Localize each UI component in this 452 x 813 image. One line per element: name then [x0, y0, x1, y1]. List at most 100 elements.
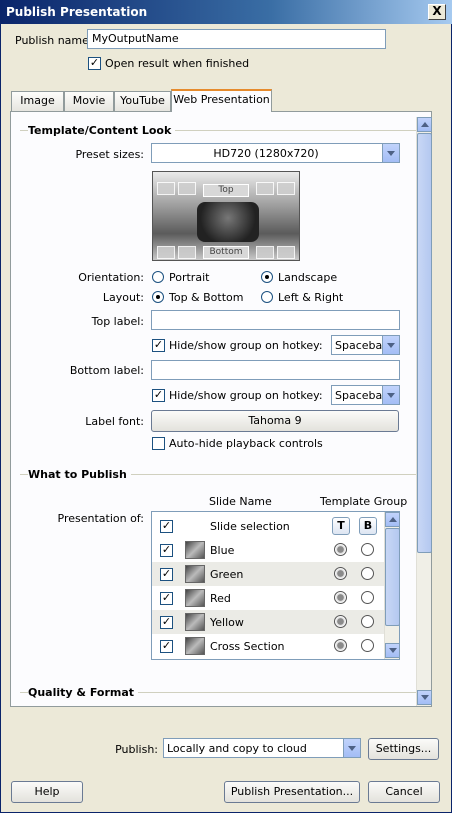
orientation-portrait-radio[interactable] — [152, 271, 164, 283]
slide-top-group-radio[interactable] — [334, 615, 347, 628]
slide-name: Green — [210, 568, 244, 581]
settings-button[interactable]: Settings... — [368, 738, 439, 760]
slide-checkbox[interactable]: ✓ — [160, 640, 173, 653]
preview-tile — [157, 246, 175, 259]
top-hotkey-label: Hide/show group on hotkey: — [169, 339, 323, 352]
slide-name: Yellow — [210, 616, 244, 629]
autohide-label: Auto-hide playback controls — [169, 437, 323, 450]
preset-sizes-label: Preset sizes: — [75, 148, 144, 161]
tab-web-presentation[interactable]: Web Presentation — [171, 89, 272, 112]
top-label-input[interactable] — [151, 310, 400, 330]
top-hotkey-value: Spacebar — [335, 339, 387, 352]
dropdown-arrow-icon[interactable] — [382, 386, 399, 404]
open-result-label: Open result when finished — [105, 57, 250, 70]
layout-label: Layout: — [102, 291, 144, 304]
slide-thumbnail-icon — [185, 541, 205, 559]
top-label-label: Top label: — [91, 315, 144, 328]
slide-selection-checkbox[interactable]: ✓ — [160, 520, 173, 533]
preview-bottom-label: Bottom — [203, 246, 249, 259]
slide-top-group-radio[interactable] — [334, 543, 347, 556]
scroll-thumb[interactable] — [385, 528, 400, 626]
table-row[interactable]: ✓ Red — [152, 586, 384, 610]
preset-sizes-dropdown[interactable]: HD720 (1280x720) — [151, 143, 400, 163]
publish-presentation-button[interactable]: Publish Presentation... — [224, 781, 360, 803]
slide-checkbox[interactable]: ✓ — [160, 568, 173, 581]
preview-top-label: Top — [203, 184, 249, 197]
orientation-portrait-label: Portrait — [169, 271, 210, 284]
table-row[interactable]: ✓ Yellow — [152, 610, 384, 634]
column-slide-name: Slide Name — [209, 495, 272, 508]
preview-engine-graphic — [197, 202, 259, 242]
scroll-up-icon[interactable] — [417, 117, 432, 132]
bottom-label-input[interactable] — [151, 360, 400, 380]
autohide-checkbox[interactable] — [152, 437, 165, 450]
slide-name: Red — [210, 592, 231, 605]
what-to-publish-title: What to Publish — [28, 468, 131, 481]
window-title: Publish Presentation — [6, 5, 148, 19]
table-row[interactable]: ✓ Cross Section — [152, 634, 384, 658]
slide-selection-label: Slide selection — [210, 520, 290, 533]
slide-bottom-group-radio[interactable] — [361, 639, 374, 652]
top-hotkey-checkbox[interactable]: ✓ — [152, 339, 165, 352]
slide-thumbnail-icon — [185, 589, 205, 607]
slide-top-group-radio[interactable] — [334, 639, 347, 652]
help-button[interactable]: Help — [11, 781, 83, 803]
slide-top-group-radio[interactable] — [334, 591, 347, 604]
slide-checkbox[interactable]: ✓ — [160, 616, 173, 629]
layout-left-right-label: Left & Right — [278, 291, 344, 304]
preview-tile — [256, 246, 274, 259]
publish-destination-dropdown[interactable]: Locally and copy to cloud — [163, 738, 361, 758]
label-font-button[interactable]: Tahoma 9 — [151, 410, 399, 432]
top-group-button[interactable]: T — [332, 517, 350, 535]
presentation-of-label: Presentation of: — [57, 512, 145, 525]
dropdown-arrow-icon[interactable] — [382, 144, 399, 162]
slide-thumbnail-icon — [185, 637, 205, 655]
tab-image[interactable]: Image — [11, 91, 64, 111]
quality-format-title: Quality & Format — [28, 686, 139, 699]
orientation-landscape-label: Landscape — [278, 271, 338, 284]
bottom-group-button[interactable]: B — [359, 517, 377, 535]
bottom-hotkey-label: Hide/show group on hotkey: — [169, 389, 323, 402]
publish-destination-value: Locally and copy to cloud — [167, 742, 307, 755]
slide-checkbox[interactable]: ✓ — [160, 592, 173, 605]
bottom-hotkey-dropdown[interactable]: Spacebar — [331, 385, 400, 405]
slide-bottom-group-radio[interactable] — [361, 543, 374, 556]
open-result-checkbox[interactable]: ✓ — [88, 57, 101, 70]
layout-preview-image: Top Bottom — [152, 171, 300, 261]
preset-sizes-value: HD720 (1280x720) — [213, 147, 319, 160]
dropdown-arrow-icon[interactable] — [382, 336, 399, 354]
layout-left-right-radio[interactable] — [261, 291, 273, 303]
tab-youtube[interactable]: YouTube — [114, 91, 171, 111]
table-row[interactable]: ✓ Blue — [152, 538, 384, 562]
scroll-thumb[interactable] — [417, 133, 432, 553]
publish-name-input[interactable]: MyOutputName — [87, 29, 386, 49]
cancel-button[interactable]: Cancel — [368, 781, 440, 803]
scroll-down-icon[interactable] — [417, 690, 432, 705]
slide-bottom-group-radio[interactable] — [361, 615, 374, 628]
slide-checkbox[interactable]: ✓ — [160, 544, 173, 557]
close-button[interactable]: X — [428, 4, 446, 20]
slides-list-scrollbar[interactable] — [384, 512, 400, 659]
table-row[interactable]: ✓ Green — [152, 562, 384, 586]
slide-top-group-radio[interactable] — [334, 567, 347, 580]
list-item-slide-selection[interactable]: ✓ Slide selection T B — [152, 514, 384, 538]
preview-tile — [157, 182, 175, 195]
bottom-hotkey-checkbox[interactable]: ✓ — [152, 389, 165, 402]
scroll-down-icon[interactable] — [385, 643, 400, 658]
slide-name: Blue — [210, 544, 235, 557]
top-hotkey-dropdown[interactable]: Spacebar — [331, 335, 400, 355]
preview-tile — [256, 182, 274, 195]
publish-label: Publish: — [115, 743, 158, 756]
slide-bottom-group-radio[interactable] — [361, 591, 374, 604]
scroll-up-icon[interactable] — [385, 512, 400, 527]
bottom-label-label: Bottom label: — [69, 364, 144, 377]
layout-top-bottom-radio[interactable] — [152, 291, 164, 303]
tab-movie[interactable]: Movie — [64, 91, 114, 111]
dropdown-arrow-icon[interactable] — [343, 739, 360, 757]
slide-bottom-group-radio[interactable] — [361, 567, 374, 580]
orientation-landscape-radio[interactable] — [261, 271, 273, 283]
slide-thumbnail-icon — [185, 565, 205, 583]
publish-name-label: Publish name: — [15, 34, 93, 47]
preview-tile — [178, 246, 196, 259]
panel-scrollbar[interactable] — [416, 117, 432, 706]
